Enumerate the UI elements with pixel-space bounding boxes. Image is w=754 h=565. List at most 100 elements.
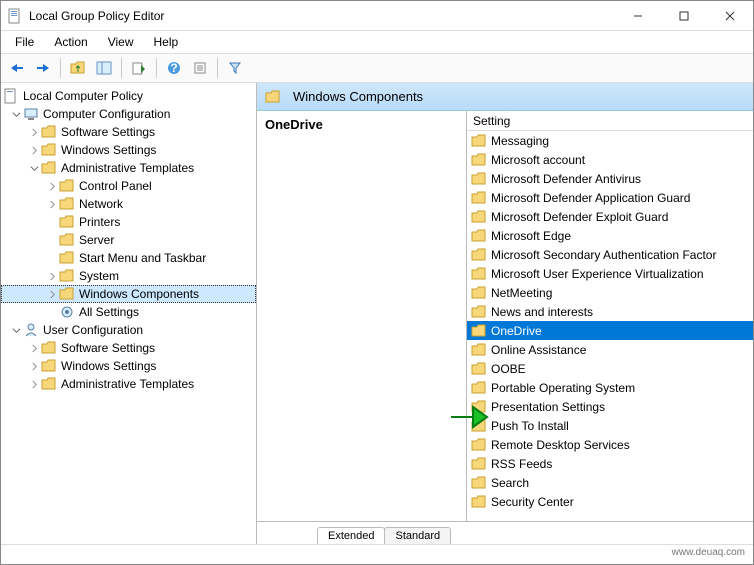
list-item-label: Search [491,476,529,490]
tree-adm-start-menu[interactable]: Start Menu and Taskbar [1,249,256,267]
tab-extended[interactable]: Extended [317,527,385,544]
list-item[interactable]: Microsoft Defender Exploit Guard [467,207,753,226]
tree-adm-server[interactable]: Server [1,231,256,249]
list-item-label: Microsoft Defender Application Guard [491,191,690,205]
list-item[interactable]: Push To Install [467,416,753,435]
list-item-label: OOBE [491,362,526,376]
list-item[interactable]: Presentation Settings [467,397,753,416]
menu-action[interactable]: Action [44,33,97,51]
folder-icon [59,268,75,284]
list-item[interactable]: Remote Desktop Services [467,435,753,454]
list-item[interactable]: Microsoft Defender Antivirus [467,169,753,188]
list-item[interactable]: Microsoft Edge [467,226,753,245]
tab-standard[interactable]: Standard [384,527,451,544]
forward-button[interactable] [31,56,55,80]
list-item[interactable]: NetMeeting [467,283,753,302]
tree-adm-windows-components[interactable]: Windows Components [1,285,256,303]
minimize-button[interactable] [615,1,661,31]
column-setting: Setting [473,114,510,128]
folder-icon [471,190,487,206]
chevron-right-icon[interactable] [45,197,59,211]
list-item[interactable]: Search [467,473,753,492]
tree-adm-system[interactable]: System [1,267,256,285]
chevron-right-icon[interactable] [27,377,41,391]
tree-label: Software Settings [61,125,155,139]
chevron-down-icon[interactable] [27,161,41,175]
tree-label: Computer Configuration [43,107,170,121]
list-item-label: Push To Install [491,419,569,433]
chevron-right-icon[interactable] [45,269,59,283]
tree-label: User Configuration [43,323,143,337]
list-item[interactable]: News and interests [467,302,753,321]
chevron-right-icon[interactable] [27,359,41,373]
back-button[interactable] [5,56,29,80]
list-item-label: Portable Operating System [491,381,635,395]
properties-button[interactable] [188,56,212,80]
list-item-label: Security Center [491,495,574,509]
tree-user-config[interactable]: User Configuration [1,321,256,339]
tree-adm-control-panel[interactable]: Control Panel [1,177,256,195]
folder-icon [471,342,487,358]
help-button[interactable]: ? [162,56,186,80]
tree-pane[interactable]: Local Computer Policy Computer Configura… [1,83,257,544]
chevron-right-icon[interactable] [27,143,41,157]
tree-computer-config[interactable]: Computer Configuration [1,105,256,123]
tree-label: All Settings [79,305,139,319]
list-item[interactable]: Microsoft Secondary Authentication Facto… [467,245,753,264]
tree-label: Server [79,233,114,247]
list-item[interactable]: RSS Feeds [467,454,753,473]
tree-label: Windows Components [79,287,199,301]
settings-list[interactable]: MessagingMicrosoft accountMicrosoft Defe… [467,131,753,521]
list-item[interactable]: OneDrive [467,321,753,340]
list-item[interactable]: Security Center [467,492,753,511]
list-item[interactable]: Portable Operating System [467,378,753,397]
tree-cc-software[interactable]: Software Settings [1,123,256,141]
list-item[interactable]: Microsoft account [467,150,753,169]
app-icon [7,8,23,24]
chevron-down-icon[interactable] [9,323,23,337]
menu-help[interactable]: Help [144,33,189,51]
folder-icon [41,340,57,356]
tree-adm-printers[interactable]: Printers [1,213,256,231]
tree-cc-admin-templates[interactable]: Administrative Templates [1,159,256,177]
chevron-right-icon[interactable] [45,287,59,301]
folder-icon [471,361,487,377]
list-item[interactable]: Microsoft User Experience Virtualization [467,264,753,283]
folder-icon [59,232,75,248]
list-item-label: News and interests [491,305,593,319]
close-button[interactable] [707,1,753,31]
folder-icon [471,152,487,168]
list-item[interactable]: OOBE [467,359,753,378]
footer-watermark: www.deuaq.com [1,544,753,564]
menu-view[interactable]: View [98,33,144,51]
filter-button[interactable] [223,56,247,80]
list-item[interactable]: Online Assistance [467,340,753,359]
tree-root[interactable]: Local Computer Policy [1,87,256,105]
folder-icon [41,142,57,158]
tree-cc-windows[interactable]: Windows Settings [1,141,256,159]
up-button[interactable] [66,56,90,80]
list-item-label: Microsoft Edge [491,229,571,243]
chevron-right-icon[interactable] [27,341,41,355]
chevron-right-icon[interactable] [27,125,41,139]
description-pane: OneDrive [257,111,467,521]
chevron-down-icon[interactable] [9,107,23,121]
tree-uc-software[interactable]: Software Settings [1,339,256,357]
tree-uc-admin-templates[interactable]: Administrative Templates [1,375,256,393]
folder-icon [471,399,487,415]
menu-file[interactable]: File [5,33,44,51]
tree-adm-all-settings[interactable]: All Settings [1,303,256,321]
tree-adm-network[interactable]: Network [1,195,256,213]
list-item[interactable]: Messaging [467,131,753,150]
settings-list-pane: Setting MessagingMicrosoft accountMicros… [467,111,753,521]
tree-label: Administrative Templates [61,161,194,175]
list-header[interactable]: Setting [467,111,753,131]
show-hide-tree-button[interactable] [92,56,116,80]
folder-icon [41,358,57,374]
tree-uc-windows[interactable]: Windows Settings [1,357,256,375]
maximize-button[interactable] [661,1,707,31]
list-item[interactable]: Microsoft Defender Application Guard [467,188,753,207]
chevron-right-icon[interactable] [45,179,59,193]
tree-label: Printers [79,215,120,229]
export-button[interactable] [127,56,151,80]
